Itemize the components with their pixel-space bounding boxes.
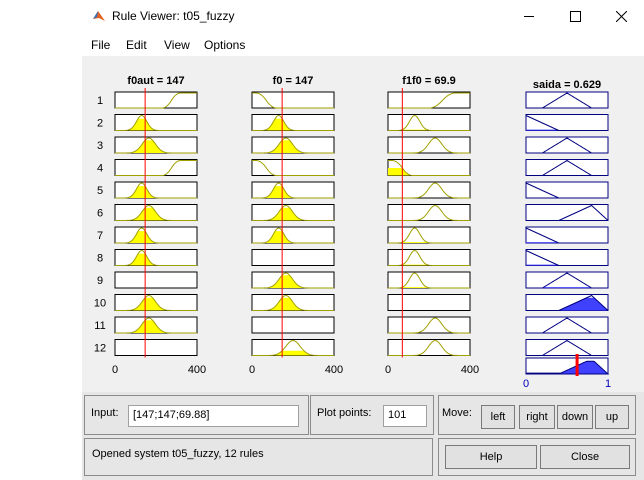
rule-output-box	[525, 159, 609, 176]
rule-output-box	[525, 181, 609, 199]
rule-mf-box	[387, 204, 471, 221]
rule-mf-box	[114, 339, 198, 356]
minimize-icon	[524, 15, 534, 17]
menu-view[interactable]: View	[164, 38, 190, 52]
axis-tick-min: 0	[112, 364, 118, 376]
input-title-2: f0 = 147	[273, 75, 314, 87]
rule-plot-area: f0aut = 147 f0 = 147 f1f0 = 69.9 saida = 0.…	[82, 56, 644, 392]
rule-output-box	[525, 339, 609, 356]
rule-mf-box	[114, 249, 198, 266]
axis-tick-max: 400	[461, 364, 479, 376]
rule-number: 10	[94, 298, 106, 310]
rule-mf-box	[114, 181, 198, 199]
rule-mf-box	[114, 114, 198, 131]
rule-output-box	[525, 114, 609, 131]
maximize-icon	[569, 10, 581, 22]
maximize-button[interactable]	[552, 0, 598, 32]
rule-mf-box	[114, 271, 198, 289]
rule-mf-box	[251, 249, 335, 266]
rule-mf-box	[387, 114, 471, 131]
rule-mf-box	[251, 181, 335, 199]
input-title-1: f0aut = 147	[127, 75, 184, 87]
window-title: Rule Viewer: t05_fuzzy	[112, 9, 235, 23]
rule-output-box	[525, 316, 609, 334]
rule-mf-box	[251, 316, 335, 334]
rule-mf-box	[251, 226, 335, 244]
move-down-button[interactable]: down	[557, 405, 593, 429]
rule-number: 1	[97, 95, 103, 107]
action-panel: Help Close	[438, 438, 636, 476]
axis-tick-max: 400	[325, 364, 343, 376]
help-button[interactable]: Help	[445, 445, 537, 469]
rule-mf-box	[387, 226, 471, 244]
rule-mf-box	[251, 114, 335, 131]
rule-output-box	[525, 271, 609, 289]
output-tick-min: 0	[523, 378, 529, 390]
axis-tick-min: 0	[385, 364, 391, 376]
rule-mf-box	[251, 91, 335, 109]
rule-number: 6	[97, 208, 103, 220]
input-field[interactable]: [147;147;69.88]	[128, 405, 299, 427]
move-label: Move:	[442, 407, 472, 419]
status-panel: Opened system t05_fuzzy, 12 rules	[84, 438, 433, 476]
rule-output-box	[525, 249, 609, 266]
axis-tick-max: 400	[188, 364, 206, 376]
plot-points-field[interactable]: 101	[383, 405, 427, 427]
rule-number: 5	[97, 185, 103, 197]
output-tick-max: 1	[605, 378, 611, 390]
rule-number: 7	[97, 230, 103, 242]
close-button[interactable]: Close	[540, 445, 630, 469]
input-panel: Input: [147;147;69.88]	[84, 395, 309, 435]
rule-plots: f0aut = 147 f0 = 147 f1f0 = 69.9 saida = 0.…	[94, 75, 611, 390]
rule-output-box	[525, 91, 609, 109]
rule-output-box	[525, 226, 609, 244]
rule-mf-box	[387, 294, 471, 311]
rule-mf-box	[387, 249, 471, 266]
rule-mf-box	[114, 91, 198, 109]
rule-number: 9	[97, 275, 103, 287]
rule-number: 3	[97, 140, 103, 152]
move-right-button[interactable]: right	[519, 405, 555, 429]
rule-mf-box	[387, 181, 471, 199]
rule-mf-box	[251, 159, 335, 176]
rule-number: 2	[97, 118, 103, 130]
menu-bar: File Edit View Options	[82, 32, 644, 56]
axis-tick-min: 0	[249, 364, 255, 376]
output-value-marker	[575, 354, 579, 376]
rule-mf-box	[387, 339, 471, 356]
minimize-button[interactable]	[506, 0, 552, 32]
menu-options[interactable]: Options	[204, 38, 245, 52]
control-area: Input: [147;147;69.88] Plot points: 101 …	[82, 392, 644, 480]
rule-mf-box	[114, 159, 198, 176]
output-title: saida = 0.629	[533, 79, 601, 91]
input-title-3: f1f0 = 69.9	[402, 75, 456, 87]
plot-points-label: Plot points:	[317, 407, 372, 419]
title-bar: Rule Viewer: t05_fuzzy	[82, 0, 644, 32]
rule-mf-box	[387, 271, 471, 289]
rule-output-box	[525, 136, 609, 154]
move-up-button[interactable]: up	[595, 405, 629, 429]
plot-points-panel: Plot points: 101	[310, 395, 434, 435]
rule-number: 12	[94, 343, 106, 355]
rule-output-box	[525, 204, 609, 221]
move-panel: Move: left right down up	[438, 395, 636, 435]
menu-edit[interactable]: Edit	[126, 38, 147, 52]
close-icon	[615, 10, 627, 22]
rule-number: 4	[97, 163, 103, 175]
rule-number: 8	[97, 253, 103, 265]
rule-mf-box	[387, 316, 471, 334]
rule-mf-box	[114, 226, 198, 244]
rule-mf-box	[387, 91, 471, 109]
input-label: Input:	[91, 407, 119, 419]
rule-number: 11	[94, 320, 105, 332]
matlab-icon	[93, 11, 105, 21]
close-window-button[interactable]	[598, 0, 644, 32]
move-left-button[interactable]: left	[481, 405, 515, 429]
menu-file[interactable]: File	[91, 38, 110, 52]
rule-mf-box	[387, 136, 471, 154]
status-text: Opened system t05_fuzzy, 12 rules	[92, 448, 264, 460]
